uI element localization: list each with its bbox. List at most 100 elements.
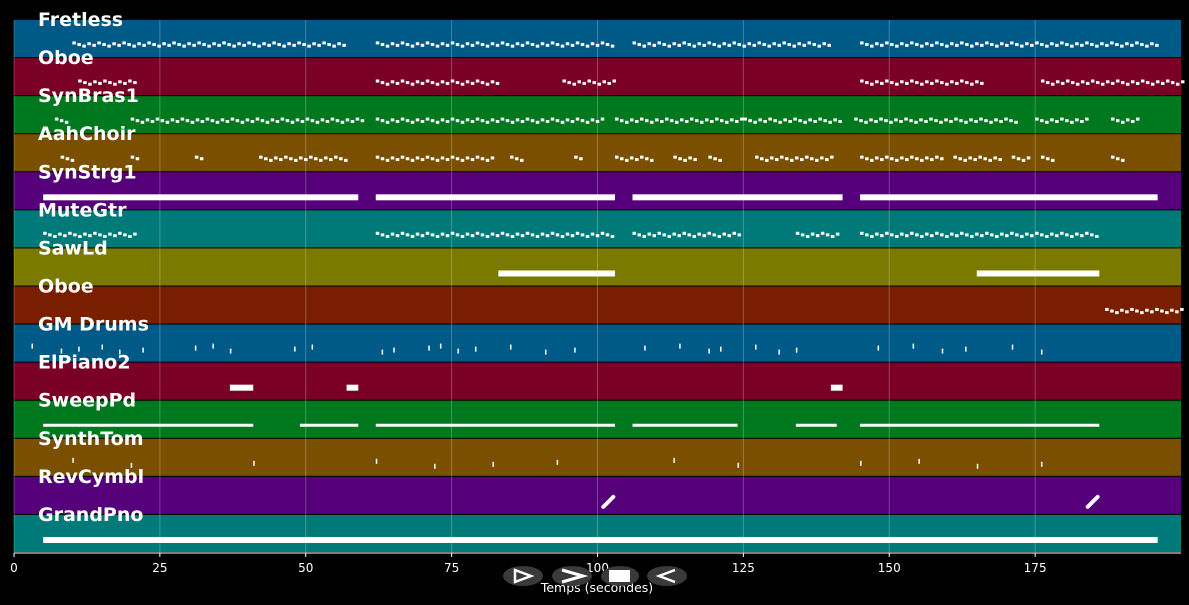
note-dot	[355, 117, 360, 121]
note-dot	[1115, 157, 1120, 161]
note-dot	[795, 231, 800, 235]
note-dot	[953, 155, 957, 159]
note-dot	[525, 231, 530, 235]
note-dot	[375, 79, 380, 83]
note-dot	[959, 119, 963, 123]
note-dot	[1130, 80, 1135, 84]
note-dot	[510, 234, 515, 238]
note-dot	[1155, 43, 1159, 47]
note-dot	[1000, 42, 1004, 46]
note-dot	[445, 43, 450, 47]
note-dot	[960, 79, 964, 83]
note-dot	[757, 41, 762, 45]
note-dot	[1055, 43, 1059, 47]
note-tick	[737, 462, 740, 468]
note-dot	[395, 158, 400, 162]
note-dot	[920, 82, 924, 86]
note-dot	[1160, 309, 1164, 313]
track-label: SweepPd	[38, 390, 136, 412]
note-dot	[989, 120, 993, 124]
note-dot	[1005, 234, 1009, 238]
note-dot	[108, 81, 112, 85]
note-tick	[101, 344, 104, 350]
note-dot	[550, 231, 555, 235]
note-dot	[195, 118, 200, 122]
note-dot	[910, 41, 914, 45]
note-dot	[315, 120, 320, 124]
note-dot	[910, 79, 914, 83]
note-tick	[474, 346, 477, 352]
note-dot	[792, 44, 797, 48]
note-tick	[509, 344, 512, 350]
note-dot	[895, 158, 899, 162]
note-dot	[1110, 41, 1114, 45]
note-dot	[662, 233, 667, 237]
note-dot	[475, 231, 480, 235]
note-dot	[222, 41, 226, 45]
note-dot	[490, 42, 495, 46]
note-tick	[434, 463, 436, 469]
note-dot	[1060, 41, 1064, 45]
note-dot	[500, 117, 505, 121]
note-dot	[1120, 81, 1125, 85]
note-dot	[838, 119, 842, 123]
note-dot	[137, 42, 141, 46]
note-tick	[544, 349, 547, 355]
note-dot	[590, 118, 595, 122]
note-dot	[385, 44, 390, 48]
note-dot	[984, 119, 988, 123]
note-dot	[1120, 120, 1125, 124]
note-dot	[773, 119, 777, 123]
note-dot	[520, 234, 525, 238]
back-button[interactable]	[647, 566, 687, 586]
note-dot	[380, 157, 385, 161]
note-dot	[1080, 234, 1084, 238]
note-dot	[925, 232, 929, 236]
note-dot	[400, 155, 405, 159]
note-dot	[798, 119, 802, 123]
stop-button[interactable]	[601, 566, 639, 586]
note-line	[860, 423, 1100, 427]
note-dot	[237, 42, 241, 46]
note-dot	[545, 234, 550, 238]
note-dot	[625, 120, 629, 124]
note-dot	[380, 43, 385, 47]
track-label: Oboe	[38, 276, 94, 298]
note-dot	[425, 79, 430, 83]
note-dot	[940, 233, 944, 237]
note-dot	[1155, 80, 1160, 84]
note-dot	[900, 156, 904, 160]
note-dot	[162, 42, 166, 46]
x-tick-label: 75	[444, 561, 459, 575]
x-tick-label: 125	[732, 561, 755, 575]
note-bar	[375, 194, 616, 201]
note-dot	[1060, 81, 1065, 85]
note-dot	[210, 119, 215, 123]
note-dot	[405, 81, 410, 85]
note-dot	[975, 42, 979, 46]
note-dot	[1125, 42, 1129, 46]
note-dot	[192, 43, 196, 47]
note-dot	[885, 155, 889, 159]
note-dot	[995, 44, 999, 48]
track-label: SawLd	[38, 237, 108, 259]
note-dot	[983, 157, 987, 161]
play-button[interactable]	[503, 566, 543, 586]
note-dot	[83, 232, 87, 236]
note-dot	[905, 43, 909, 47]
note-tick	[574, 347, 576, 353]
note-dot	[465, 42, 470, 46]
note-dot	[1180, 80, 1185, 84]
note-dot	[259, 155, 263, 159]
note-dot	[909, 119, 913, 123]
note-dot	[1080, 43, 1084, 47]
note-dot	[860, 79, 864, 83]
note-dot	[167, 43, 171, 47]
forward-button[interactable]	[552, 566, 592, 586]
note-dot	[455, 119, 460, 123]
note-dot	[687, 233, 692, 237]
note-dot	[605, 43, 610, 47]
note-dot	[165, 120, 170, 124]
note-dot	[600, 41, 605, 45]
note-dot	[735, 119, 739, 123]
